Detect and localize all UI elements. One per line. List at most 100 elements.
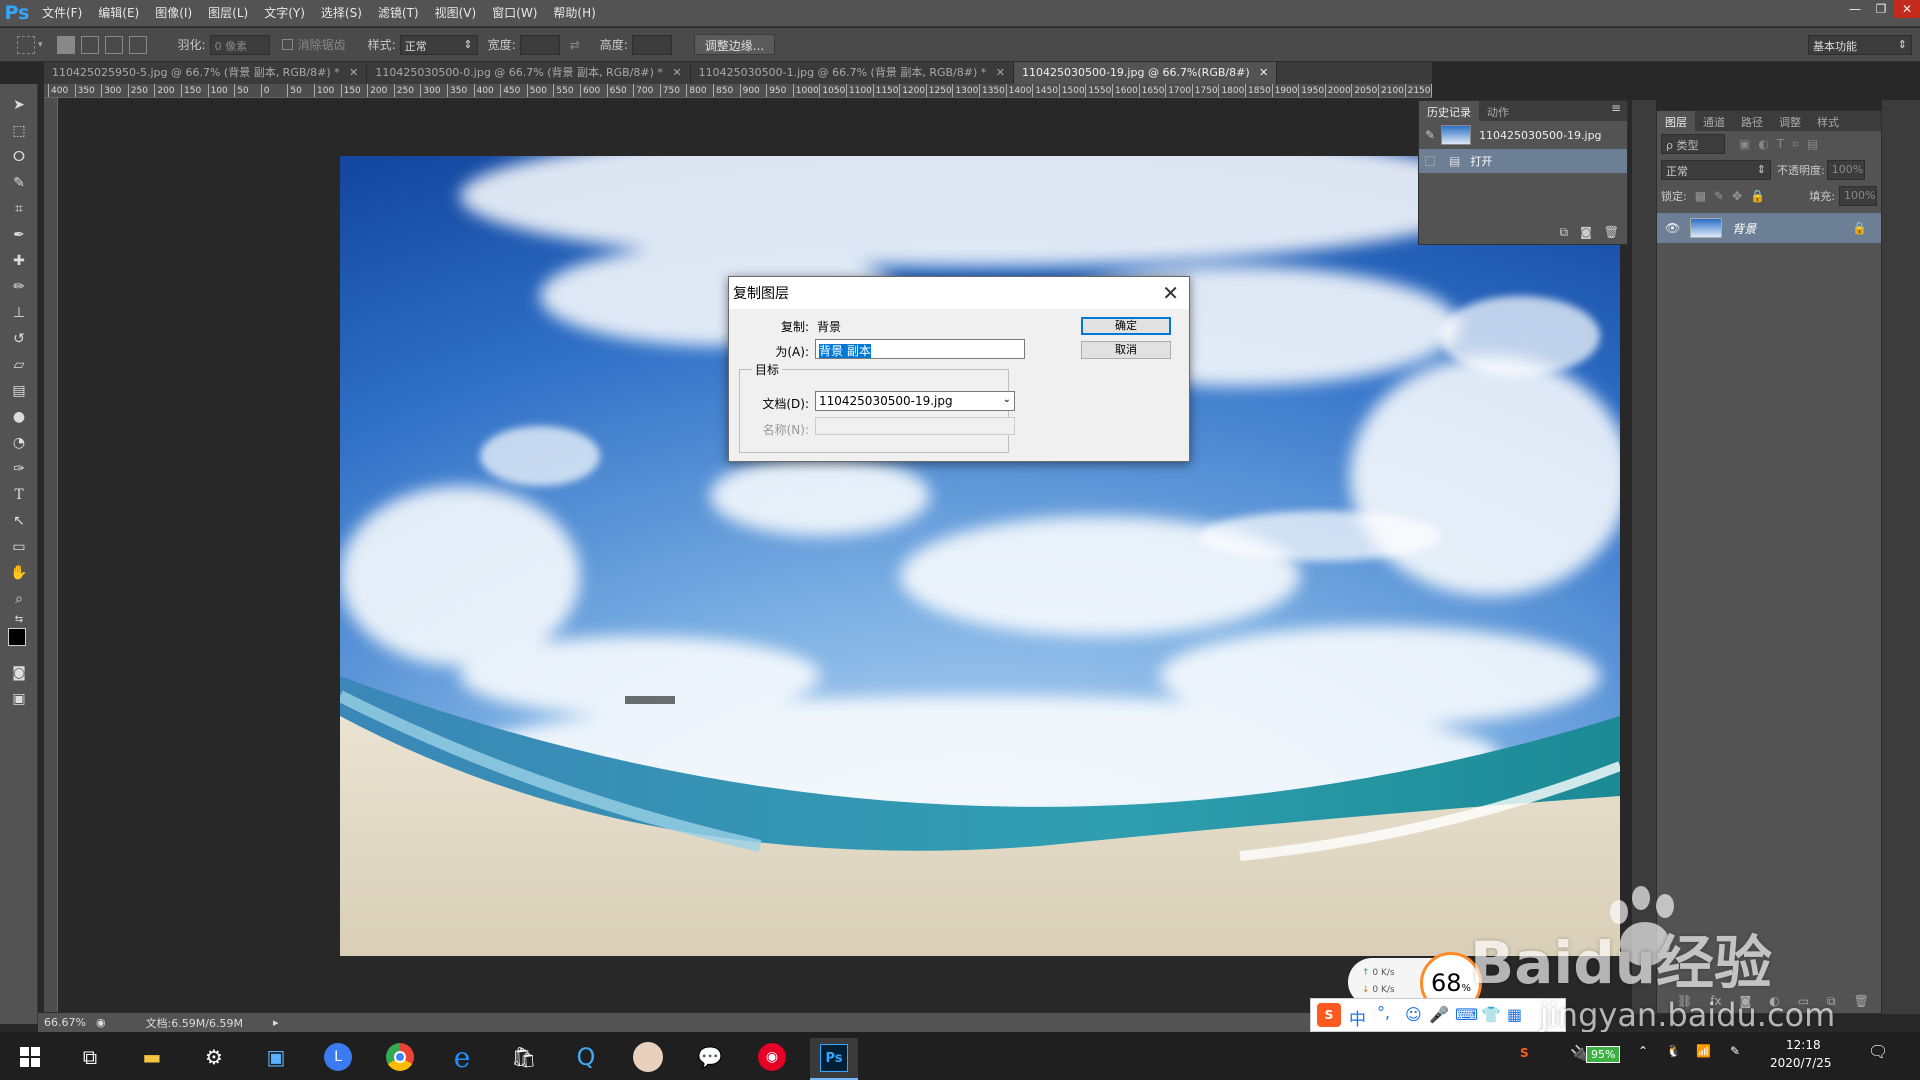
- sogou-logo[interactable]: S: [1317, 1003, 1341, 1027]
- history-snapshot[interactable]: ✎ 110425030500-19.jpg: [1419, 121, 1627, 149]
- menu-item[interactable]: 文件(F): [34, 0, 90, 27]
- height-input[interactable]: [631, 34, 672, 55]
- windows-start-icon[interactable]: [6, 1038, 54, 1076]
- pen-icon[interactable]: ✎: [1730, 1044, 1740, 1058]
- layer-filter-select[interactable]: ρ 类型: [1661, 134, 1725, 154]
- trash-icon[interactable]: 🗑: [1604, 225, 1619, 240]
- clock-app-icon[interactable]: L: [314, 1038, 362, 1076]
- close-tab-icon[interactable]: ✕: [992, 66, 1005, 79]
- pen-tool-icon[interactable]: ✑: [0, 456, 38, 482]
- brush-tool-icon[interactable]: ✏: [0, 274, 38, 300]
- hand-tool-icon[interactable]: ✋: [0, 560, 38, 586]
- foreground-color[interactable]: [8, 628, 26, 646]
- tab-channels[interactable]: 通道: [1695, 111, 1733, 131]
- menu-item[interactable]: 编辑(E): [90, 0, 147, 27]
- tab-history[interactable]: 历史记录: [1419, 101, 1479, 121]
- add-selection-icon[interactable]: [80, 35, 99, 54]
- quick-mask-icon[interactable]: ◙: [0, 660, 38, 686]
- marquee-tool-preset-icon[interactable]: [17, 35, 35, 54]
- menu-item[interactable]: 视图(V): [427, 0, 485, 27]
- menu-item[interactable]: 选择(S): [313, 0, 370, 27]
- swap-icon[interactable]: ⇄: [570, 38, 580, 52]
- healing-brush-tool-icon[interactable]: ✚: [0, 248, 38, 274]
- eye-icon[interactable]: 👁: [1665, 221, 1680, 235]
- microphone-icon[interactable]: 🎤: [1429, 1005, 1449, 1024]
- tab-actions[interactable]: 动作: [1479, 101, 1517, 121]
- tab-paths[interactable]: 路径: [1733, 111, 1771, 131]
- blend-mode-select[interactable]: 正常 ⇕: [1661, 160, 1771, 180]
- marquee-tool-icon[interactable]: ⬚: [0, 118, 38, 144]
- history-brush-tool-icon[interactable]: ↺: [0, 326, 38, 352]
- close-icon[interactable]: ✕: [1162, 281, 1179, 305]
- refine-edge-button[interactable]: 调整边缘...: [693, 34, 776, 55]
- chevron-down-icon[interactable]: ▾: [38, 40, 43, 50]
- status-icon[interactable]: ◉: [96, 1016, 106, 1029]
- close-tab-icon[interactable]: ✕: [346, 66, 358, 79]
- toolbox-icon[interactable]: ▦: [1507, 1005, 1522, 1024]
- cancel-button[interactable]: 取消: [1081, 341, 1171, 359]
- photos-icon[interactable]: ▣: [252, 1038, 300, 1076]
- minimize-button[interactable]: —: [1842, 0, 1868, 18]
- screen-mode-icon[interactable]: ▣: [0, 686, 38, 712]
- punctuation-icon[interactable]: °,: [1377, 1003, 1390, 1022]
- tab-layers[interactable]: 图层: [1657, 111, 1695, 131]
- close-button[interactable]: ✕: [1894, 0, 1920, 18]
- feather-input[interactable]: 0 像素: [209, 34, 270, 55]
- style-select[interactable]: 正常 ⇕: [399, 34, 478, 55]
- close-tab-icon[interactable]: ✕: [669, 66, 681, 79]
- type-tool-icon[interactable]: T: [0, 482, 38, 508]
- document-tab[interactable]: 110425025950-5.jpg @ 66.7% (背景 副本, RGB/8…: [44, 62, 368, 84]
- opacity-input[interactable]: 100%: [1826, 160, 1865, 180]
- eyedropper-tool-icon[interactable]: ✒: [0, 222, 38, 248]
- intersect-selection-icon[interactable]: [128, 35, 147, 54]
- status-menu-arrow-icon[interactable]: ▸: [273, 1016, 279, 1029]
- new-selection-icon[interactable]: [56, 35, 75, 54]
- move-tool-icon[interactable]: ➤: [0, 92, 38, 118]
- avatar-app-icon[interactable]: [624, 1038, 672, 1076]
- clock-date[interactable]: 2020/7/25: [1770, 1056, 1832, 1070]
- lock-icons[interactable]: ▩✎✥🔒: [1695, 189, 1773, 203]
- settings-icon[interactable]: ⚙: [190, 1038, 238, 1076]
- netease-music-icon[interactable]: ◉: [748, 1038, 796, 1076]
- swap-colors-icon[interactable]: ⇆: [0, 612, 38, 626]
- clone-stamp-tool-icon[interactable]: ⊥: [0, 300, 38, 326]
- menu-item[interactable]: 文字(Y): [256, 0, 313, 27]
- ok-button[interactable]: 确定: [1081, 317, 1171, 335]
- menu-item[interactable]: 滤镜(T): [370, 0, 427, 27]
- ime-mode[interactable]: 中: [1349, 1005, 1366, 1030]
- internet-explorer-icon[interactable]: e: [438, 1038, 486, 1076]
- file-explorer-icon[interactable]: ▬: [128, 1038, 176, 1076]
- chrome-icon[interactable]: [376, 1038, 424, 1076]
- layer-row[interactable]: 👁 背景 🔒: [1657, 213, 1881, 243]
- lasso-tool-icon[interactable]: ⵔ: [0, 144, 38, 170]
- search-browser-icon[interactable]: Q: [562, 1038, 610, 1076]
- eraser-tool-icon[interactable]: ▱: [0, 352, 38, 378]
- tab-adjustments[interactable]: 调整: [1771, 111, 1809, 131]
- skin-icon[interactable]: 👕: [1481, 1005, 1501, 1024]
- subtract-selection-icon[interactable]: [104, 35, 123, 54]
- document-tab[interactable]: 110425030500-1.jpg @ 66.7% (背景 副本, RGB/8…: [690, 62, 1014, 84]
- filter-icons[interactable]: ▣◐T⌗▤: [1739, 137, 1826, 152]
- menu-item[interactable]: 帮助(H): [545, 0, 603, 27]
- new-document-from-state-icon[interactable]: ⧉: [1560, 225, 1569, 240]
- wifi-icon[interactable]: 📶: [1696, 1044, 1711, 1058]
- menu-item[interactable]: 图层(L): [200, 0, 256, 27]
- battery-indicator[interactable]: 95%: [1586, 1046, 1621, 1063]
- tab-styles[interactable]: 样式: [1809, 111, 1847, 131]
- blur-tool-icon[interactable]: ●: [0, 404, 38, 430]
- close-tab-icon[interactable]: ✕: [1256, 66, 1268, 79]
- zoom-level[interactable]: 66.67%: [44, 1016, 86, 1029]
- rectangle-tool-icon[interactable]: ▭: [0, 534, 38, 560]
- width-input[interactable]: [519, 34, 560, 55]
- emoji-icon[interactable]: ☺: [1405, 1005, 1422, 1024]
- history-checkbox[interactable]: [1425, 156, 1435, 166]
- history-item[interactable]: ▤ 打开: [1419, 149, 1627, 173]
- trash-icon[interactable]: 🗑: [1854, 994, 1869, 1009]
- qq-tray-icon[interactable]: 🐧: [1666, 1044, 1681, 1058]
- photoshop-taskbar-icon[interactable]: Ps: [810, 1038, 858, 1080]
- antialias-checkbox[interactable]: [281, 39, 293, 50]
- keyboard-icon[interactable]: ⌨: [1455, 1005, 1478, 1024]
- document-tab[interactable]: 110425030500-0.jpg @ 66.7% (背景 副本, RGB/8…: [367, 62, 691, 84]
- path-select-tool-icon[interactable]: ↖: [0, 508, 38, 534]
- dodge-tool-icon[interactable]: ◔: [0, 430, 38, 456]
